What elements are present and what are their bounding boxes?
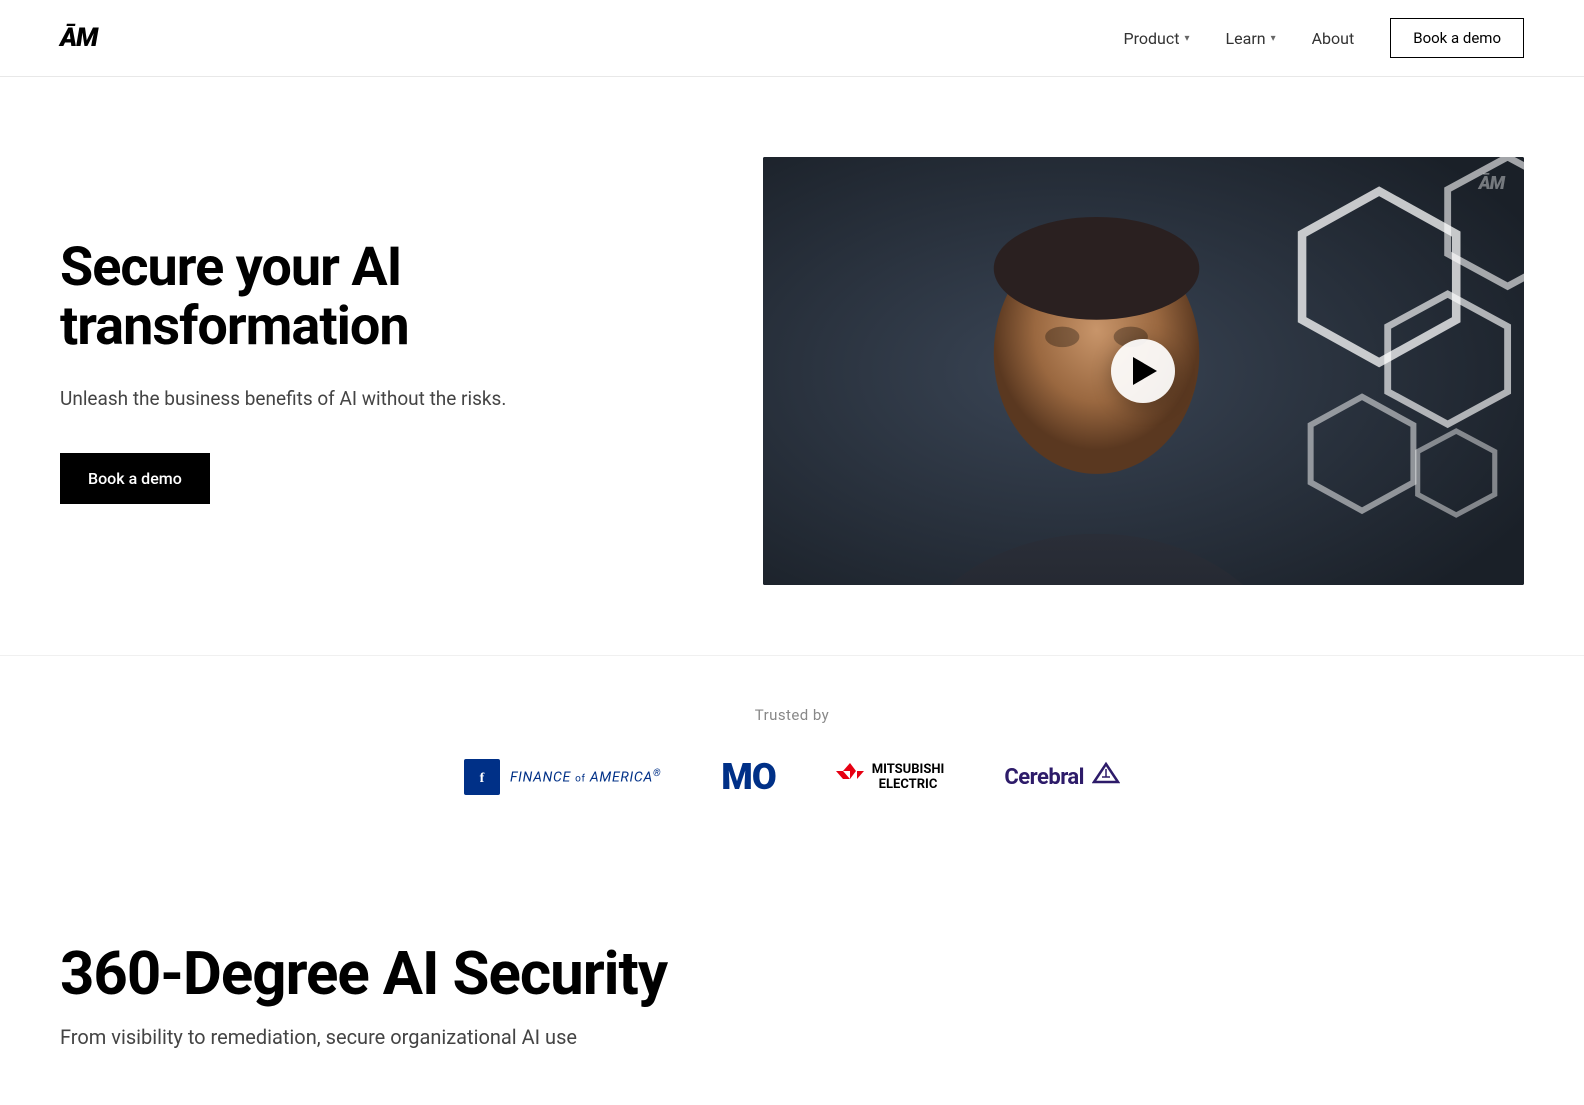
- play-button[interactable]: [1111, 339, 1175, 403]
- nav-learn-label: Learn: [1226, 29, 1266, 48]
- mo-text: MO: [721, 756, 775, 798]
- nav-about[interactable]: About: [1312, 29, 1355, 48]
- mitsubishi-text: MITSUBISHI ELECTRIC: [872, 762, 945, 793]
- hero-title: Secure your AI transformation: [60, 238, 510, 357]
- foa-svg-icon: f: [471, 766, 493, 788]
- video-background: ĀM: [763, 157, 1524, 585]
- mitsubishi-line2: ELECTRIC: [872, 777, 945, 793]
- mo-logo: MO: [721, 756, 775, 798]
- hero-subtitle: Unleash the business benefits of AI with…: [60, 385, 510, 414]
- mitsubishi-icon: [836, 763, 864, 792]
- trusted-section: Trusted by f FINANCE of AMERICA® MO: [0, 655, 1584, 858]
- nav-product[interactable]: Product ▾: [1124, 29, 1190, 48]
- logos-row: f FINANCE of AMERICA® MO MITS: [60, 756, 1524, 798]
- trusted-label: Trusted by: [60, 706, 1524, 724]
- book-demo-nav-button[interactable]: Book a demo: [1390, 18, 1524, 58]
- hero-section: Secure your AI transformation Unleash th…: [0, 77, 1584, 645]
- cerebral-text: Cerebral: [1004, 765, 1084, 790]
- cerebral-logo: Cerebral: [1004, 760, 1120, 794]
- hero-video: ĀM: [763, 157, 1524, 585]
- foa-text: FINANCE of AMERICA®: [510, 768, 661, 786]
- video-watermark: ĀM: [1479, 173, 1504, 194]
- svg-text:f: f: [480, 771, 485, 786]
- nav-about-label: About: [1312, 29, 1355, 48]
- nav-learn[interactable]: Learn ▾: [1226, 29, 1276, 48]
- video-player[interactable]: ĀM: [763, 157, 1524, 585]
- mitsubishi-logo: MITSUBISHI ELECTRIC: [836, 762, 945, 793]
- nav-product-label: Product: [1124, 29, 1180, 48]
- section-360-subtitle: From visibility to remediation, secure o…: [60, 1025, 1524, 1049]
- chevron-down-icon: ▾: [1271, 33, 1276, 44]
- logo[interactable]: ĀM: [60, 23, 97, 53]
- mitsubishi-diamond-icon: [836, 763, 864, 787]
- finance-of-america-logo: f FINANCE of AMERICA®: [464, 759, 661, 795]
- hero-cta-button[interactable]: Book a demo: [60, 453, 210, 504]
- foa-icon: f: [464, 759, 500, 795]
- section-360: 360-Degree AI Security From visibility t…: [0, 858, 1584, 1089]
- cerebral-icon: [1092, 760, 1120, 794]
- navbar: ĀM Product ▾ Learn ▾ About Book a demo: [0, 0, 1584, 77]
- hero-left: Secure your AI transformation Unleash th…: [60, 238, 510, 504]
- cerebral-triangle-icon: [1092, 760, 1120, 788]
- mitsubishi-line1: MITSUBISHI: [872, 762, 945, 778]
- chevron-down-icon: ▾: [1184, 33, 1189, 44]
- section-360-title: 360-Degree AI Security: [60, 938, 1524, 1009]
- play-icon: [1133, 357, 1157, 385]
- nav-links: Product ▾ Learn ▾ About Book a demo: [1124, 18, 1524, 58]
